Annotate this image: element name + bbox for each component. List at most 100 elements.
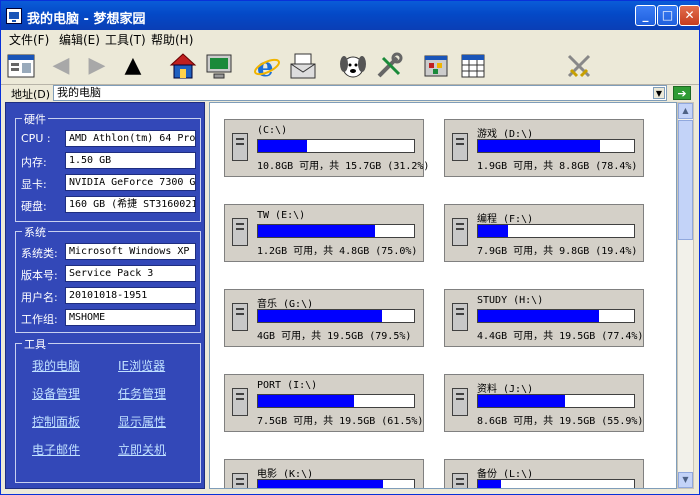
up-arrow-icon[interactable]: ▲ [117,50,149,82]
gpu-label: 显卡: [21,178,47,191]
link-my-computer[interactable]: 我的电脑 [32,357,80,374]
hardware-row-disk: 硬盘: 160 GB (希捷 ST3160021A) [21,196,197,213]
title-bar: 我的电脑 - 梦想家园 _ □ ✕ [1,1,700,30]
hardware-row-memory: 内存: 1.50 GB [21,152,197,169]
drive-usage-fill [258,310,382,322]
tools-group: 工具 我的电脑 IE浏览器 设备管理 任务管理 控制面板 显示属性 电子邮件 立… [15,336,201,483]
table-icon[interactable] [457,50,489,82]
drive-info: 4GB 可用，共 19.5GB (79.5%) [257,331,412,342]
dog-icon[interactable] [337,50,369,82]
workgroup-field[interactable]: MSHOME [65,309,196,326]
drive-name: 编程 (F:\) [477,214,534,225]
system-row-workgroup: 工作组: MSHOME [21,309,197,326]
disk-field[interactable]: 160 GB (希捷 ST3160021A) [65,196,196,213]
user-label: 用户名: [21,291,58,304]
hard-drive-icon [452,388,468,416]
system-row-user: 用户名: 20101018-1951 [21,287,197,304]
hardware-group: 硬件 CPU : AMD Athlon(tm) 64 Processor 内存:… [15,111,201,222]
drive-tile[interactable]: STUDY (H:\) 4.4GB 可用，共 19.5GB (77.4%) [444,289,644,347]
drive-usage-fill [478,395,565,407]
drives-panel: (C:\) 10.8GB 可用，共 15.7GB (31.2%) 游戏 (D:\) 1… [209,102,677,489]
drive-usage-bar [257,224,415,238]
back-arrow-icon[interactable]: ◀ [45,50,77,82]
drive-name: 音乐 (G:\) [257,299,314,310]
link-display-properties[interactable]: 显示属性 [118,413,166,430]
minimize-button[interactable]: _ [635,5,656,26]
drive-name: 备份 (L:\) [477,469,534,480]
link-ie-browser[interactable]: IE浏览器 [118,357,165,374]
workgroup-label: 工作组: [21,313,58,326]
drive-name: 游戏 (D:\) [477,129,534,140]
drive-tile[interactable]: 电影 (K:\) [224,459,424,488]
version-field[interactable]: Service Pack 3 [65,265,196,282]
maximize-button[interactable]: □ [657,5,678,26]
hard-drive-icon [232,473,248,488]
drive-usage-fill [258,225,375,237]
drive-tile[interactable]: 音乐 (G:\) 4GB 可用，共 19.5GB (79.5%) [224,289,424,347]
link-device-manager[interactable]: 设备管理 [32,385,80,402]
link-task-manager[interactable]: 任务管理 [118,385,166,402]
drive-usage-bar [477,139,635,153]
mail-icon[interactable] [287,50,319,82]
hard-drive-icon [232,388,248,416]
drive-usage-fill [258,480,383,488]
drive-tile[interactable]: (C:\) 10.8GB 可用，共 15.7GB (31.2%) [224,119,429,177]
tools-icon[interactable] [373,50,405,82]
drive-usage-fill [478,225,508,237]
scroll-down-icon[interactable]: ▼ [678,472,693,488]
menu-tools[interactable]: 工具(T) [105,31,146,48]
address-bar: 地址(D) 我的电脑 ▼ ➔ [1,85,699,101]
address-input[interactable]: 我的电脑 ▼ [53,85,667,101]
link-control-panel[interactable]: 控制面板 [32,413,80,430]
drive-usage-bar [477,309,635,323]
ie-icon[interactable]: e [251,50,283,82]
user-field[interactable]: 20101018-1951 [65,287,196,304]
computer-icon [6,8,22,24]
drive-usage-fill [258,140,307,152]
mycomputer-icon[interactable] [5,50,37,82]
menu-bar: 文件(F) 编辑(E) 工具(T) 帮助(H) [1,30,699,47]
close-button[interactable]: ✕ [679,5,700,26]
window-title: 我的电脑 - 梦想家园 [27,12,146,27]
menu-file[interactable]: 文件(F) [9,31,49,48]
disk-label: 硬盘: [21,200,47,213]
house-icon[interactable] [167,50,199,82]
info-sidebar: 硬件 CPU : AMD Athlon(tm) 64 Processor 内存:… [5,102,205,489]
forward-arrow-icon[interactable]: ▶ [81,50,113,82]
link-shutdown[interactable]: 立即关机 [118,441,166,458]
memory-label: 内存: [21,156,47,169]
main-window: 我的电脑 - 梦想家园 _ □ ✕ 文件(F) 编辑(E) 工具(T) 帮助(H… [0,0,700,495]
drive-usage-fill [478,310,599,322]
menu-edit[interactable]: 编辑(E) [59,31,100,48]
hard-drive-icon [452,473,468,488]
gpu-field[interactable]: NVIDIA GeForce 7300 GT [65,174,196,191]
address-value: 我的电脑 [57,86,101,99]
hardware-legend: 硬件 [22,111,48,127]
memory-field[interactable]: 1.50 GB [65,152,196,169]
os-label: 系统类: [21,247,58,260]
scroll-up-icon[interactable]: ▲ [678,103,693,119]
drive-tile[interactable]: PORT (I:\) 7.5GB 可用，共 19.5GB (61.5%) [224,374,424,432]
toolbar: ◀ ▶ ▲ e [1,47,699,85]
link-email[interactable]: 电子邮件 [32,441,80,458]
vertical-scrollbar[interactable]: ▲ ▼ [677,102,694,489]
system-group: 系统 系统类: Microsoft Windows XP Professiona… [15,224,201,333]
menu-help[interactable]: 帮助(H) [151,31,193,48]
drive-tile[interactable]: 备份 (L:\) [444,459,644,488]
programs-icon[interactable] [421,50,453,82]
drive-name: (C:\) [257,125,288,136]
drive-tile[interactable]: TW (E:\) 1.2GB 可用，共 4.8GB (75.0%) [224,204,424,262]
scroll-thumb[interactable] [678,120,693,240]
hard-drive-icon [452,218,468,246]
cpu-field[interactable]: AMD Athlon(tm) 64 Processor [65,130,196,147]
os-field[interactable]: Microsoft Windows XP Professional [65,243,196,260]
monitor-icon[interactable] [203,50,235,82]
drive-tile[interactable]: 游戏 (D:\) 1.9GB 可用，共 8.8GB (78.4%) [444,119,644,177]
swords-icon[interactable] [563,50,595,82]
drive-info: 1.9GB 可用，共 8.8GB (78.4%) [477,161,638,172]
go-arrow-icon[interactable]: ➔ [673,86,691,100]
address-label: 地址(D) [11,88,51,101]
drive-tile[interactable]: 编程 (F:\) 7.9GB 可用，共 9.8GB (19.4%) [444,204,644,262]
drive-tile[interactable]: 资料 (J:\) 8.6GB 可用，共 19.5GB (55.9%) [444,374,644,432]
chevron-down-icon[interactable]: ▼ [653,87,665,99]
